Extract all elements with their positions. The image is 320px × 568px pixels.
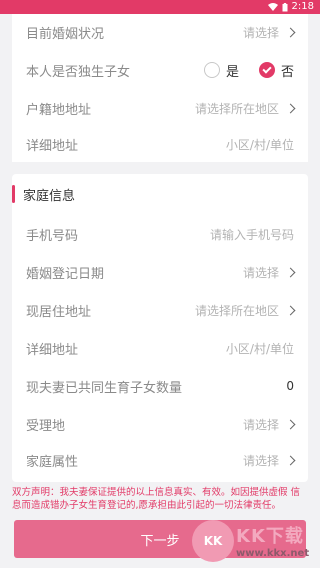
watermark-badge: KK bbox=[192, 520, 234, 562]
family-attribute-placeholder: 请选择 bbox=[242, 453, 279, 468]
declaration-notice: 双方声明：我夫妻保证提供的以上信息真实、有效。如因提供虚假 信息而造成错办子女生… bbox=[12, 487, 301, 511]
radio-no-label[interactable]: 否 bbox=[281, 61, 294, 80]
chevron-right-icon bbox=[285, 103, 296, 113]
marital-status-placeholder: 请选择 bbox=[242, 25, 279, 40]
children-count-row[interactable]: 现夫妻已共同生育子女数量 0 bbox=[12, 368, 308, 404]
family-attribute-value[interactable]: 请选择 bbox=[242, 452, 296, 469]
radio-yes-label[interactable]: 是 bbox=[226, 61, 239, 80]
family-attribute-label: 家庭属性 bbox=[26, 454, 79, 470]
residence-address-value[interactable]: 请选择所在地区 bbox=[194, 302, 296, 319]
detail-address-row-2[interactable]: 详细地址 小区/村/单位 bbox=[12, 330, 308, 366]
acceptance-place-label: 受理地 bbox=[26, 418, 66, 434]
chevron-right-icon bbox=[285, 305, 296, 315]
chevron-right-icon bbox=[285, 455, 296, 465]
children-count-value[interactable]: 0 bbox=[286, 379, 294, 393]
household-address-label: 户籍地地址 bbox=[26, 102, 92, 118]
family-section-title: 家庭信息 bbox=[23, 188, 76, 204]
chevron-right-icon bbox=[285, 267, 296, 277]
marriage-date-placeholder: 请选择 bbox=[242, 265, 279, 280]
family-attribute-row[interactable]: 家庭属性 请选择 bbox=[12, 442, 308, 478]
detail-address-input-1[interactable]: 小区/村/单位 bbox=[226, 136, 294, 153]
wifi-icon bbox=[267, 3, 278, 11]
chevron-right-icon bbox=[285, 419, 296, 429]
family-info-card: 家庭信息 手机号码 请输入手机号码 婚姻登记日期 请选择 现居住地址 请选择所在… bbox=[12, 174, 308, 482]
children-count-label: 现夫妻已共同生育子女数量 bbox=[26, 380, 183, 396]
section-accent-bar bbox=[12, 185, 15, 203]
marital-status-row[interactable]: 目前婚姻状况 请选择 bbox=[12, 14, 308, 50]
only-child-radio-group: 是 否 bbox=[203, 61, 294, 80]
watermark-title: KK下载 bbox=[236, 526, 304, 547]
detail-address-label-1: 详细地址 bbox=[26, 138, 79, 154]
marriage-date-label: 婚姻登记日期 bbox=[26, 266, 105, 282]
phone-label: 手机号码 bbox=[26, 228, 79, 244]
marital-status-label: 目前婚姻状况 bbox=[26, 26, 105, 42]
household-address-value[interactable]: 请选择所在地区 bbox=[194, 100, 296, 117]
detail-address-row-1[interactable]: 详细地址 小区/村/单位 bbox=[12, 126, 308, 162]
personal-info-card: 目前婚姻状况 请选择 本人是否独生子女 是 否 户籍地地址 请选择所在地区 详细… bbox=[12, 14, 308, 162]
phone-input[interactable]: 请输入手机号码 bbox=[210, 226, 294, 243]
only-child-label: 本人是否独生子女 bbox=[26, 64, 131, 80]
radio-no-checked[interactable] bbox=[258, 62, 275, 78]
marital-status-value[interactable]: 请选择 bbox=[242, 24, 296, 41]
residence-address-row[interactable]: 现居住地址 请选择所在地区 bbox=[12, 292, 308, 328]
phone-row[interactable]: 手机号码 请输入手机号码 bbox=[12, 216, 308, 252]
acceptance-place-row[interactable]: 受理地 请选择 bbox=[12, 406, 308, 442]
detail-address-input-2[interactable]: 小区/村/单位 bbox=[226, 340, 294, 357]
battery-icon bbox=[282, 2, 288, 11]
only-child-row: 本人是否独生子女 是 否 bbox=[12, 52, 308, 88]
status-bar: 2:18 bbox=[0, 0, 320, 14]
residence-address-placeholder: 请选择所在地区 bbox=[194, 303, 279, 318]
marriage-date-row[interactable]: 婚姻登记日期 请选择 bbox=[12, 254, 308, 290]
marriage-date-value[interactable]: 请选择 bbox=[242, 264, 296, 281]
detail-address-label-2: 详细地址 bbox=[26, 342, 79, 358]
acceptance-place-value[interactable]: 请选择 bbox=[242, 416, 296, 433]
residence-address-label: 现居住地址 bbox=[26, 304, 92, 320]
status-time: 2:18 bbox=[291, 1, 314, 12]
chevron-right-icon bbox=[285, 27, 296, 37]
status-icons: 2:18 bbox=[267, 0, 314, 14]
watermark-logo: KK KK下载 www.kkx.net bbox=[192, 518, 310, 566]
household-address-row[interactable]: 户籍地地址 请选择所在地区 bbox=[12, 90, 308, 126]
acceptance-place-placeholder: 请选择 bbox=[242, 417, 279, 432]
watermark-domain: www.kkx.net bbox=[236, 548, 310, 559]
radio-yes[interactable] bbox=[203, 62, 220, 78]
household-address-placeholder: 请选择所在地区 bbox=[194, 101, 279, 116]
family-section-header: 家庭信息 bbox=[12, 174, 308, 214]
